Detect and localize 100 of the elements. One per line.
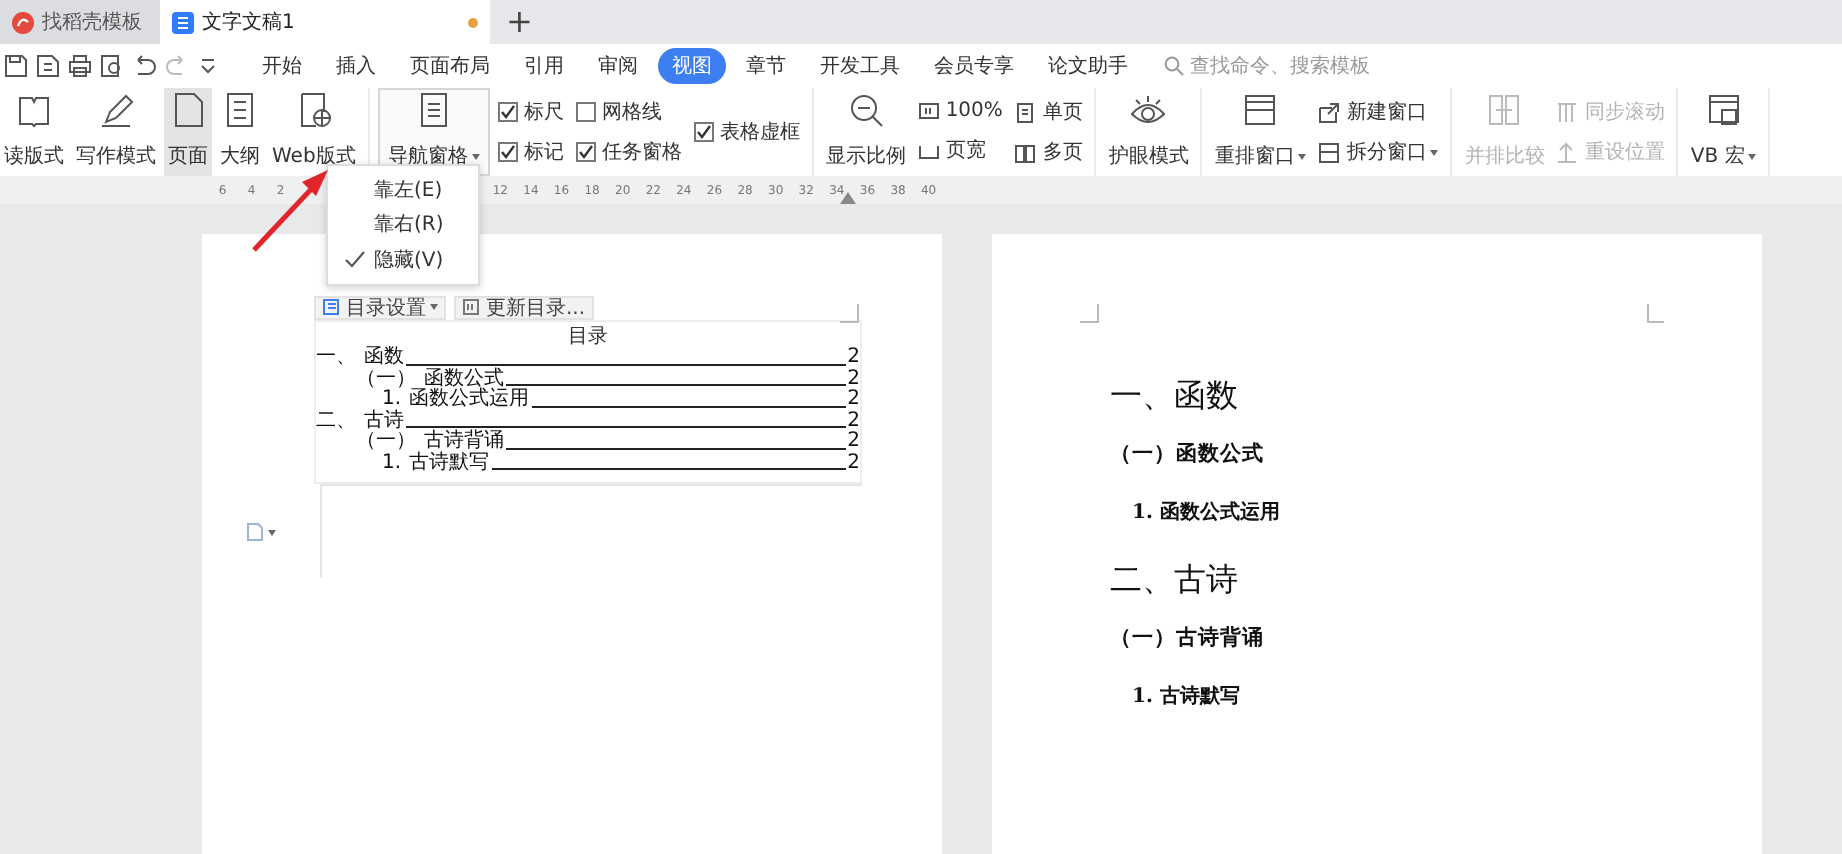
heading: （一）古诗背诵 [1110,624,1266,654]
outline-icon [222,92,258,128]
page-number: 2 [847,453,860,474]
ribbon-button[interactable]: 显示比例 [821,88,910,176]
pen-icon [98,92,134,128]
menu-tab[interactable]: 插入 [322,48,390,84]
checkbox-option[interactable]: 标尺 [497,98,564,126]
export-icon[interactable] [36,54,60,78]
paragraph-menu-button[interactable] [246,522,276,542]
menu-item[interactable]: 隐藏(V) [328,242,478,277]
heading: 1. 函数公式运用 [1130,500,1282,528]
toc-entry[interactable]: 古诗背诵 [424,432,504,453]
menu-tab[interactable]: 审阅 [584,48,652,84]
toc-title: 目录 [566,326,610,348]
ribbon-button[interactable]: 写作模式 [72,88,160,176]
document-logo-icon [172,11,194,33]
page-number: 2 [847,432,860,453]
menu-tab[interactable]: 开发工具 [806,48,914,84]
ribbon-button[interactable]: 页面 [164,88,212,176]
ribbon-button[interactable]: 单页 [1014,98,1083,126]
toc-number: 1. [382,390,402,410]
toc-number: （一） [356,432,416,452]
new-tab-button[interactable]: + [490,0,549,44]
toc-entry[interactable]: 古诗 [364,411,404,432]
page-icon [170,92,206,128]
caret-icon[interactable] [430,304,438,311]
preview-icon[interactable] [100,54,124,78]
reset-icon [1556,141,1579,163]
document-tab[interactable]: 找稻壳模板 [0,0,160,44]
toc-entry[interactable]: 古诗默写 [409,453,490,474]
toc-number: 一、 [316,348,358,369]
heading: 二、古诗 [1110,560,1240,602]
menu-tab[interactable]: 引用 [510,48,578,84]
toc-entry[interactable]: 函数公式 [424,369,504,390]
refresh-list-icon [462,298,480,316]
app-logo-icon [12,11,34,33]
ribbon-button[interactable]: 拆分窗口 [1318,138,1439,166]
eye-icon [1130,92,1167,128]
window-stack-icon [1242,92,1279,128]
checkbox-option[interactable]: 网格线 [575,98,682,126]
menu-item[interactable]: 靠左(E) [328,172,478,207]
margin-mark [840,304,860,324]
checkbox[interactable] [497,142,518,162]
page-number: 2 [847,348,860,369]
ribbon-button[interactable]: Web版式 [268,88,360,176]
page-number: 2 [847,411,860,431]
checkbox[interactable] [497,102,518,122]
new-window-icon [1318,101,1341,123]
search-icon [1164,56,1184,76]
ribbon-button[interactable]: 页宽 [917,136,1003,165]
ribbon-button[interactable]: 护眼模式 [1104,88,1193,176]
menu-tab[interactable]: 论文助手 [1034,48,1142,84]
menu-tab[interactable]: 页面布局 [396,48,504,84]
save-icon[interactable] [4,54,28,78]
split-window-icon [1318,141,1341,163]
menu-tab[interactable]: 章节 [732,48,800,84]
ribbon-button[interactable]: 读版式 [0,88,68,176]
toc-number: （一） [356,369,416,389]
toc-button[interactable]: 目录设置 [314,295,446,319]
book-icon [16,92,52,128]
toc-number: 二、 [316,411,358,432]
checkbox[interactable] [693,122,714,142]
margin-mark [1080,304,1100,324]
checkbox[interactable] [575,142,596,162]
page-icon [1014,101,1037,123]
ribbon-button[interactable]: 重排窗口 [1210,88,1311,176]
ribbon-button[interactable]: 新建窗口 [1318,98,1439,126]
menu-tab[interactable]: 开始 [248,48,316,84]
checkbox[interactable] [575,102,596,122]
caret-icon[interactable] [1430,149,1439,156]
page-number: 2 [847,369,860,389]
menu-tab[interactable]: 会员专享 [920,48,1028,84]
heading: （一）函数公式 [1110,440,1266,470]
undo-icon[interactable] [132,54,156,78]
checkbox-option[interactable]: 表格虚框 [693,118,800,146]
magnifier-icon [847,92,884,128]
heading: 一、函数 [1110,376,1240,418]
ribbon-button[interactable]: 100% [917,99,1003,122]
toc-entry[interactable]: 函数 [364,348,404,369]
menu-item[interactable]: 靠右(R) [328,207,478,242]
checkbox-option[interactable]: 任务窗格 [575,138,682,166]
document-tab[interactable]: 文字文稿1 [160,0,490,44]
heading: 1. 古诗默写 [1130,684,1242,712]
menu-tab[interactable]: 视图 [658,48,726,84]
caret-icon[interactable] [1748,153,1757,160]
ribbon-button[interactable]: 多页 [1014,138,1083,166]
globe-page-icon [295,92,332,128]
print-icon[interactable] [68,54,92,78]
toc-entry[interactable]: 函数公式运用 [409,390,530,411]
fit-icon [917,99,940,122]
pages-icon [1014,141,1037,163]
ribbon-button[interactable]: VB 宏 [1686,88,1761,176]
more-icon[interactable] [196,54,220,78]
checkbox-option[interactable]: 标记 [497,138,564,166]
toc-button[interactable]: 更新目录... [454,295,594,319]
toc-number: 1. [382,453,404,474]
columns-icon [1556,101,1579,123]
ribbon-button[interactable]: 大纲 [216,88,264,176]
arrow [252,170,328,252]
caret-icon[interactable] [1298,153,1307,160]
